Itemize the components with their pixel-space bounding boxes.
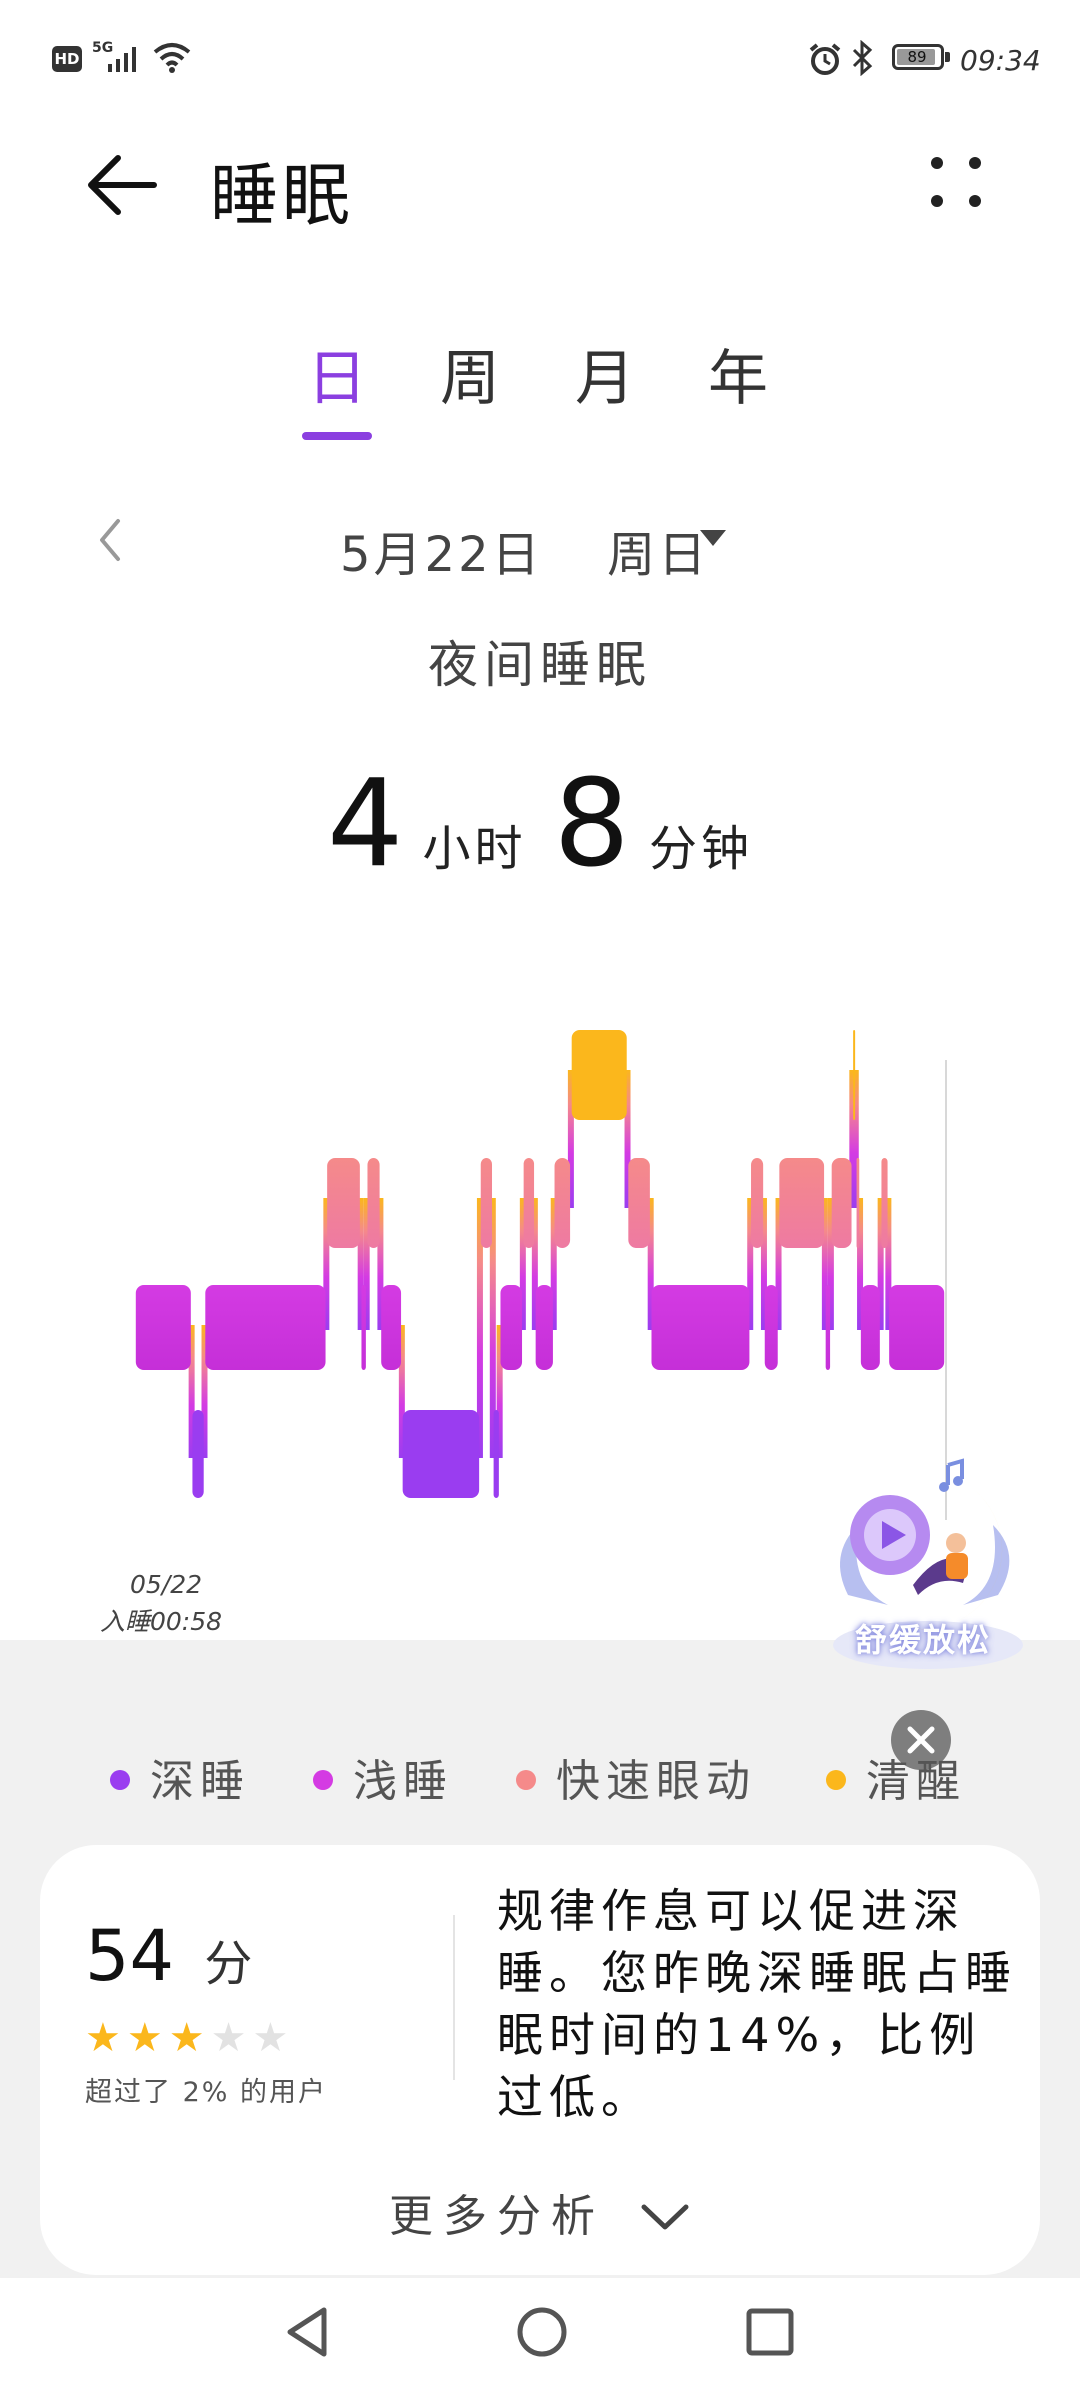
sleep-stage-rem: [480, 1158, 493, 1248]
sleep-stage-deep: [493, 1410, 499, 1498]
more-analysis-button[interactable]: 更多分析: [0, 2180, 1080, 2245]
weekday-label: 周日: [607, 527, 710, 583]
sleep-stage-light: [764, 1285, 778, 1370]
sleep-stage-rem: [628, 1158, 650, 1248]
star-icon: ★: [126, 2015, 169, 2061]
bluetooth-icon: [850, 39, 876, 80]
sleep-advice: 规律作息可以促进深睡。您昨晚深睡眠占睡眠时间的14%，比例过低。: [497, 1884, 1017, 2124]
tab-year[interactable]: 年: [688, 330, 788, 417]
legend-item-awake: 清醒: [826, 1745, 966, 1809]
legend-item-light: 浅睡: [313, 1745, 453, 1809]
legend-dot-awake: [826, 1770, 846, 1790]
sleep-stage-rem: [523, 1158, 535, 1248]
chevron-left-icon[interactable]: [90, 515, 130, 565]
more-dots-icon[interactable]: [926, 152, 986, 212]
chart-start-date: 05/22: [130, 1570, 203, 1599]
legend-label-deep: 深睡: [150, 1756, 250, 1807]
status-time: 09:34: [960, 44, 1041, 77]
legend-dot-rem: [516, 1770, 536, 1790]
score-percentile: 超过了 2% 的用户: [85, 2077, 327, 2108]
battery-level: 89: [907, 48, 927, 66]
hd-icon: HD: [52, 46, 82, 72]
wifi-icon: [152, 42, 192, 78]
tab-active-indicator: [302, 432, 372, 440]
sleep-stage-light: [500, 1285, 523, 1370]
star-empty-icon: ★: [252, 2015, 295, 2061]
sleep-stage-awake: [853, 1030, 856, 1120]
card-divider: [453, 1915, 455, 2080]
system-nav-bar: [0, 2278, 1080, 2388]
sleep-type-title: 夜间睡眠: [428, 636, 652, 694]
signal-icon: [104, 44, 144, 78]
score-stars: ★★★★★: [85, 2015, 294, 2061]
star-empty-icon: ★: [210, 2015, 253, 2061]
sleep-stage-rem: [881, 1158, 888, 1248]
sleep-stage-light: [825, 1285, 831, 1370]
sleep-stage-light: [205, 1285, 326, 1370]
duration-minutes: 8: [553, 755, 630, 894]
sleep-stage-light: [135, 1285, 191, 1370]
legend-label-rem: 快速眼动: [556, 1756, 756, 1807]
sleep-stage-awake: [571, 1030, 627, 1120]
sleep-stage-deep: [402, 1410, 480, 1498]
tab-month[interactable]: 月: [555, 330, 655, 417]
legend-dot-deep: [110, 1770, 130, 1790]
legend-label-light: 浅睡: [353, 1756, 453, 1807]
legend-item-deep: 深睡: [110, 1745, 250, 1809]
legend-item-rem: 快速眼动: [516, 1745, 756, 1809]
legend-dot-light: [313, 1770, 333, 1790]
dropdown-caret-icon[interactable]: [700, 530, 726, 546]
sleep-stage-light: [381, 1285, 402, 1370]
sleep-stage-rem: [554, 1158, 571, 1248]
sleep-stage-rem: [856, 1158, 860, 1248]
tab-week[interactable]: 周: [420, 330, 520, 417]
sleep-score: 54 分: [85, 1915, 252, 1997]
nav-recents-icon[interactable]: [742, 2304, 798, 2364]
nav-back-icon[interactable]: [280, 2302, 336, 2366]
chart-start-label: 入睡00:58: [100, 1607, 223, 1636]
date-label: 5月22日: [340, 527, 543, 583]
page-title: 睡眠: [210, 157, 355, 236]
duration-hours-unit: 小时: [422, 821, 527, 877]
sleep-stage-deep: [192, 1410, 204, 1498]
star-icon: ★: [85, 2015, 127, 2061]
sleep-stage-rem: [831, 1158, 852, 1248]
status-bar: HD 5G 89 09:34: [0, 0, 1080, 120]
duration-minutes-unit: 分钟: [649, 821, 754, 877]
duration-hours: 4: [326, 755, 404, 894]
alarm-icon: [808, 42, 842, 80]
star-icon: ★: [168, 2015, 211, 2061]
legend-label-awake: 清醒: [866, 1756, 966, 1807]
relax-promo-widget[interactable]: 舒缓放松: [818, 1445, 1028, 1675]
sleep-stage-rem: [327, 1158, 360, 1248]
sleep-stage-rem: [779, 1158, 825, 1248]
chevron-down-icon: [639, 2194, 691, 2245]
nav-home-icon[interactable]: [512, 2302, 572, 2366]
sleep-stage-light: [889, 1285, 945, 1370]
sleep-stage-rem: [367, 1158, 380, 1248]
sleep-stage-rem: [751, 1158, 764, 1248]
back-arrow-icon[interactable]: [82, 150, 162, 220]
score-value: 54: [85, 1915, 175, 1997]
date-selector[interactable]: 5月22日 周日: [340, 515, 709, 585]
score-unit: 分: [204, 1936, 253, 1992]
battery-icon: 89: [892, 44, 950, 70]
promo-label: 舒缓放松: [854, 1621, 991, 1659]
sleep-stage-light: [651, 1285, 750, 1370]
sleep-duration: 4 小时 8 分钟: [0, 755, 1080, 894]
sleep-stage-light: [361, 1285, 366, 1370]
sleep-stage-light: [535, 1285, 553, 1370]
more-analysis-label: 更多分析: [389, 2191, 605, 2242]
tab-day[interactable]: 日: [287, 330, 387, 417]
sleep-stage-light: [860, 1285, 880, 1370]
